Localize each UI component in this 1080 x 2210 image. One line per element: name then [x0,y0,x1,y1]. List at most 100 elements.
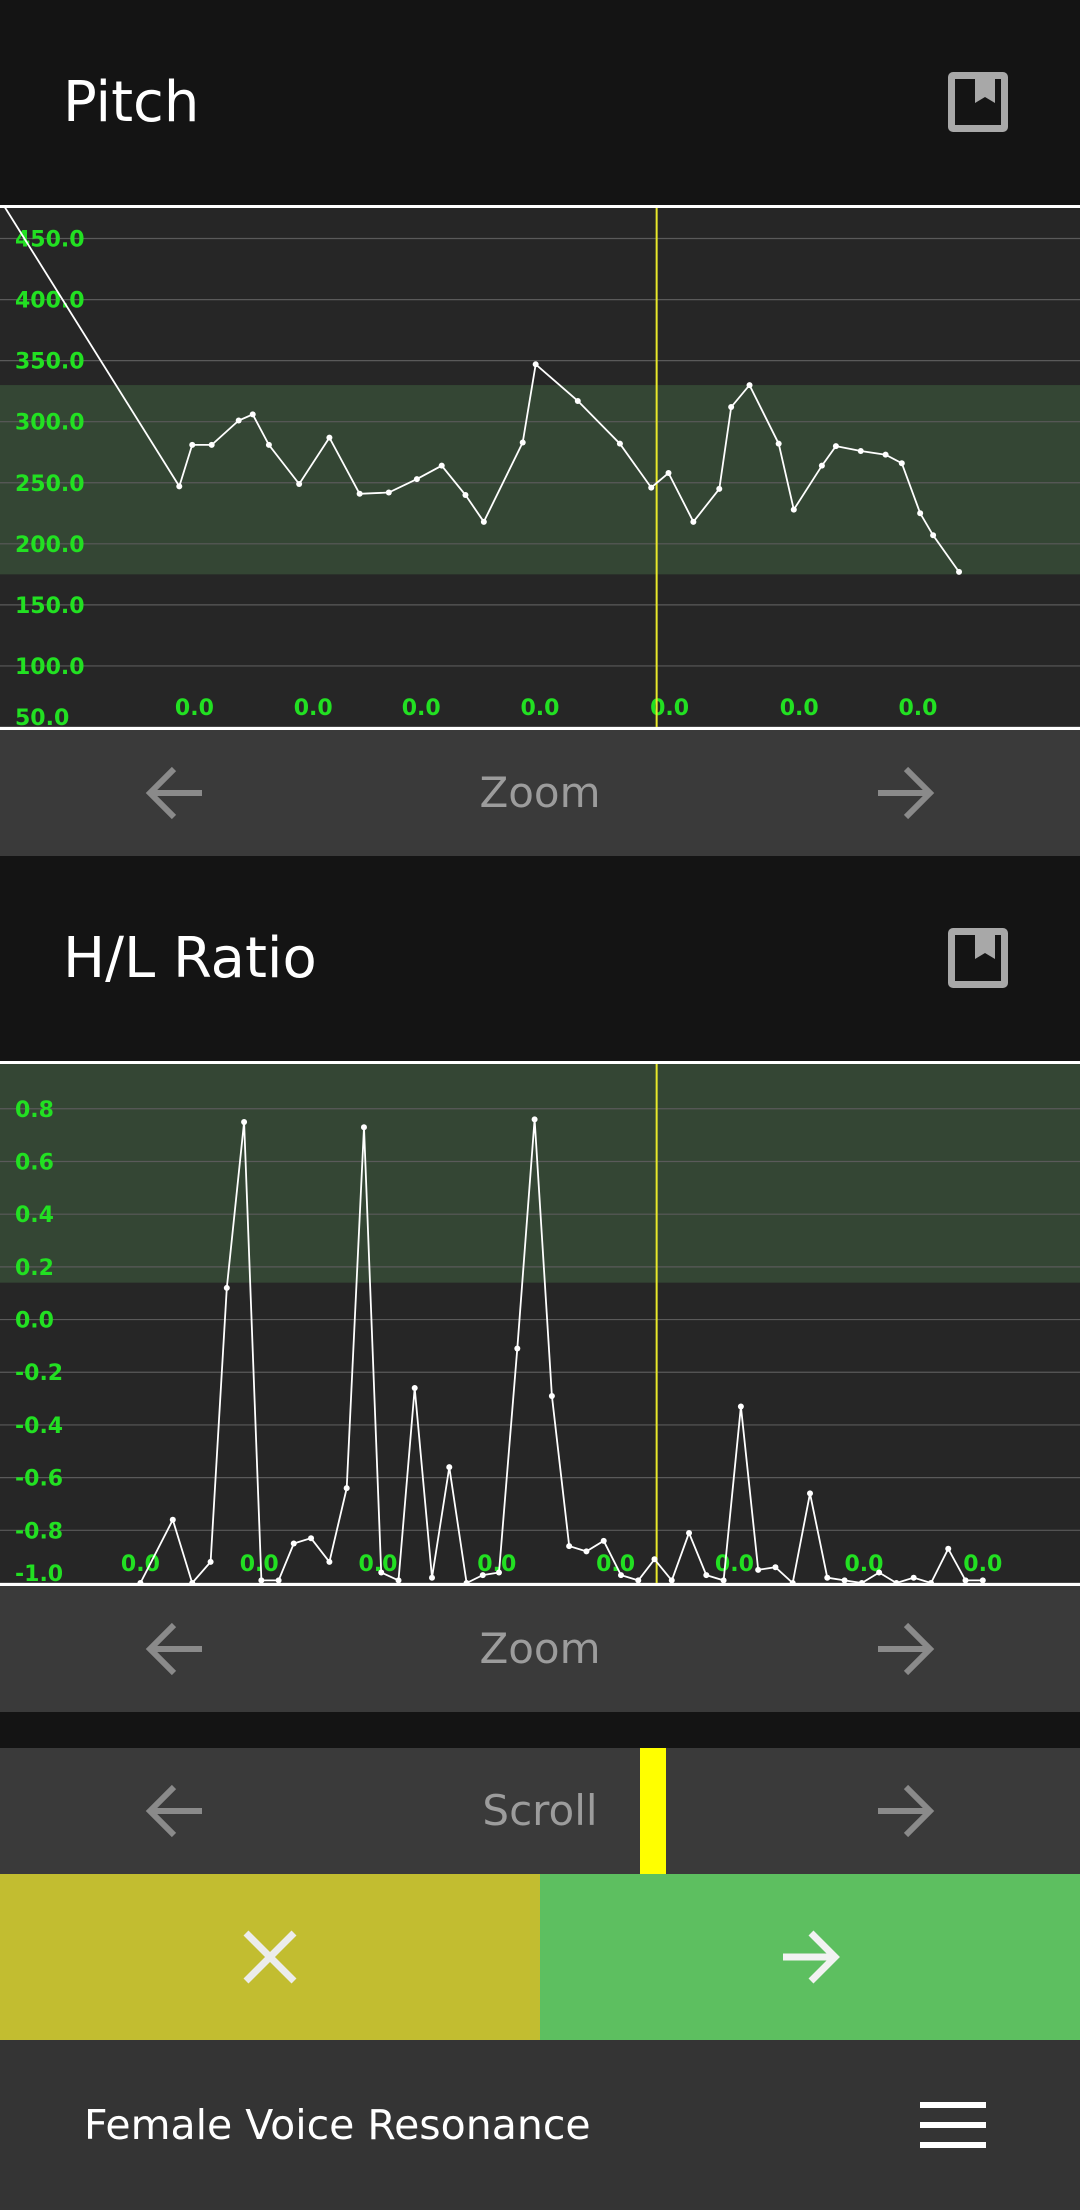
data-point [600,1537,607,1544]
y-tick-label: 150.0 [15,594,85,619]
y-tick-label: -0.8 [15,1519,63,1544]
data-point [519,439,526,446]
data-point [208,441,215,448]
hl-ratio-title: H/L Ratio [63,926,317,991]
data-point [207,1558,214,1565]
close-icon [243,1930,297,1984]
data-point [413,476,420,483]
data-point [356,490,363,497]
y-tick-label: 0.8 [15,1098,54,1123]
hl-ratio-zoom-bar: Zoom [0,1586,1080,1712]
data-point [548,1392,555,1399]
data-point [746,382,753,389]
y-tick-label: 350.0 [15,350,85,375]
x-tick-label: 0.0 [899,696,938,721]
data-point [979,1577,986,1583]
data-point [296,480,303,487]
data-point [241,1118,248,1125]
bookmark-glyph [975,935,995,959]
data-point [716,485,723,492]
hl-ratio-chart[interactable]: 0.8 0.6 0.4 0.2 0.0 -0.2 -0.4 -0.6 -0.8 -1.0 0.0 0.… [0,1061,1080,1586]
data-point [930,532,937,539]
pitch-chart[interactable]: 450.0 400.0 350.0 300.0 250.0 200.0 150.0 100.0… [0,205,1080,730]
y-tick-label: 250.0 [15,472,85,497]
y-tick-label: 0.6 [15,1150,54,1175]
hl-ratio-bookmark-icon[interactable] [948,928,1008,988]
data-point [249,411,256,418]
data-point [857,448,864,455]
pitch-zoom-bar: Zoom [0,730,1080,856]
data-point [265,441,272,448]
bookmark-glyph [975,79,995,103]
y-tick-label: 50.0 [15,706,69,727]
cancel-button[interactable] [0,1874,540,2040]
data-point [790,506,797,513]
data-point [463,1580,470,1583]
data-point [898,460,905,467]
data-point [824,1574,831,1581]
data-point [258,1577,265,1583]
data-point [686,1529,693,1536]
data-point [876,1569,883,1576]
data-point [945,1545,952,1552]
data-point [438,462,445,469]
data-point [703,1572,710,1579]
y-tick-label: 0.4 [15,1203,54,1228]
data-point [910,1574,917,1581]
target-band [0,1064,1080,1283]
data-point [189,441,196,448]
data-point [775,440,782,447]
data-point [385,489,392,496]
data-point [807,1490,813,1497]
x-tick-label: 0.0 [780,696,819,721]
pitch-bookmark-icon[interactable] [948,72,1008,132]
y-tick-label: -1.0 [15,1562,63,1583]
data-point [882,451,889,458]
x-tick-label: 0.0 [715,1552,754,1577]
zoom-right-arrow-icon[interactable] [870,1614,940,1684]
data-point [479,1572,486,1579]
data-point [326,434,333,441]
data-point [832,443,839,450]
data-point [343,1485,350,1492]
y-tick-label: 0.0 [15,1309,54,1334]
data-point [574,397,581,404]
data-point [326,1558,333,1565]
data-point [378,1569,385,1576]
data-point [616,440,623,447]
scroll-bar[interactable]: Scroll [0,1748,1080,1874]
hl-ratio-plot: 0.8 0.6 0.4 0.2 0.0 -0.2 -0.4 -0.6 -0.8 -1.0 0.0 0.… [0,1064,1080,1583]
y-tick-label: 200.0 [15,533,85,558]
data-point [480,518,487,525]
data-point [917,510,924,517]
data-point [429,1574,435,1581]
data-point [858,1580,865,1583]
data-point [446,1464,453,1471]
scroll-right-arrow-icon[interactable] [870,1776,940,1846]
pitch-plot: 450.0400.0350.0300.0250.0200.0150.0100.0… [0,208,1080,727]
y-tick-label: 400.0 [15,289,85,314]
y-tick-label: 300.0 [15,411,85,436]
data-point [818,462,825,469]
scroll-thumb[interactable] [640,1748,666,1874]
y-tick-label: 100.0 [15,655,85,680]
data-point [618,1572,624,1579]
data-point [235,417,242,424]
data-point [169,1516,176,1523]
hl-ratio-header: H/L Ratio [0,856,1080,1061]
data-point [648,484,655,491]
zoom-right-arrow-icon[interactable] [870,758,940,828]
data-point [841,1577,848,1583]
data-point [360,1124,367,1131]
y-tick-label: -0.2 [15,1361,63,1386]
data-point [893,1580,900,1583]
data-point [411,1385,418,1392]
data-point [566,1543,573,1550]
pitch-header: Pitch [0,0,1080,205]
data-point [728,404,735,411]
next-button[interactable] [540,1874,1080,2040]
data-point [462,491,469,498]
data-point [275,1577,282,1583]
hamburger-menu-icon[interactable] [920,2100,986,2150]
x-tick-label: 0.0 [963,1552,1002,1577]
